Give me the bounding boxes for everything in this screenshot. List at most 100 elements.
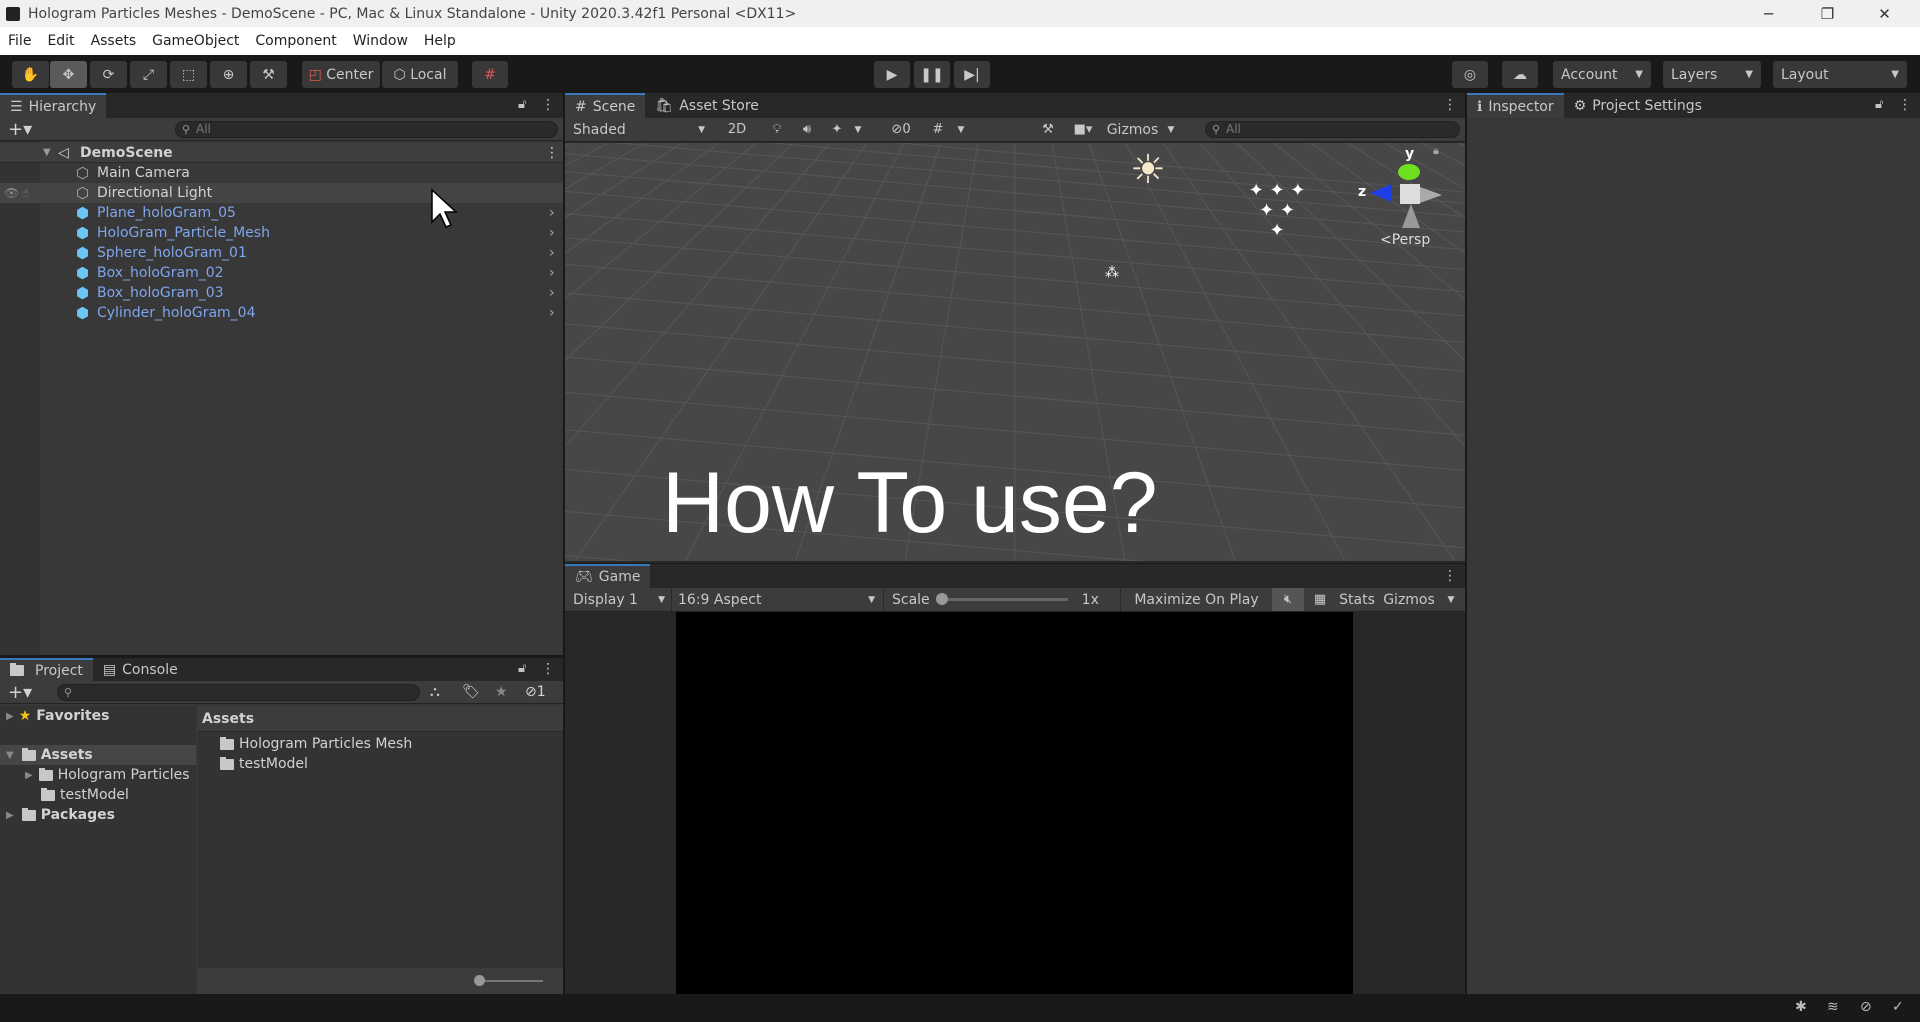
hierarchy-item[interactable]: 👁︎ ☝︎ ⬡ Directional Light [0,183,563,203]
cache-server-icon[interactable]: ≋ [1827,999,1839,1015]
more-options-icon[interactable]: ⋮ [541,97,555,113]
transform-tool-icon[interactable]: ⊕ [210,61,247,88]
breadcrumb[interactable]: Assets [198,706,563,732]
filter-label-icon[interactable]: 🏷︎ [462,684,480,700]
projection-toggle[interactable]: <Persp [1380,232,1430,248]
hidden-objects-toggle[interactable]: ⊘ 0 [883,118,919,141]
menu-component[interactable]: Component [247,33,344,49]
maximize-on-play-toggle[interactable]: Maximize On Play [1120,588,1272,611]
particle-system-gizmos-icon[interactable]: ✦ ✦ ✦ ✦ ✦ ✦ [1247,181,1307,241]
effects-dropdown-icon[interactable]: ▼ [851,118,865,141]
stats-toggle[interactable]: Stats [1337,588,1377,611]
stats-grid-icon[interactable]: ▦ [1305,588,1335,611]
hand-tool-icon[interactable]: ✋ [12,61,49,88]
tab-project-settings[interactable]: ⚙ Project Settings [1563,93,1712,118]
hierarchy-item[interactable]: ⬢ Sphere_holoGram_01 › [0,243,563,263]
gizmo-center-cube[interactable] [1400,184,1420,204]
tree-testmodel[interactable]: testModel [41,785,129,805]
rect-tool-icon[interactable]: ⬚ [170,61,207,88]
chevron-right-icon[interactable]: › [549,245,555,261]
tab-console[interactable]: ▤ Console [92,658,188,681]
menu-edit[interactable]: Edit [39,33,82,49]
directional-light-gizmo-icon[interactable]: ☀ [1130,147,1166,193]
tree-favorites[interactable]: ▶ ★ Favorites [0,706,109,726]
menu-help[interactable]: Help [416,33,464,49]
rotate-tool-icon[interactable]: ⟳ [90,61,127,88]
audio-toggle-icon[interactable]: 🔊︎ [793,118,821,141]
scale-slider[interactable]: Scale 1x [883,588,1118,611]
hierarchy-item[interactable]: ⬢ Box_holoGram_02 › [0,263,563,283]
scene-viewport[interactable]: ☀ ⁂ ✦ ✦ ✦ ✦ ✦ ✦ y z 🔒︎ <Persp How To use? [565,143,1465,561]
more-options-icon[interactable]: ⋮ [1898,97,1912,113]
chevron-right-icon[interactable]: › [549,305,555,321]
gizmo-lock-icon[interactable]: 🔒︎ [1433,144,1439,158]
collab-icon[interactable]: ◎ [1452,61,1488,88]
create-add-icon[interactable]: +▾ [8,119,32,140]
more-options-icon[interactable]: ⋮ [1443,568,1457,584]
chevron-right-icon[interactable]: › [549,205,555,221]
chevron-right-icon[interactable]: › [549,225,555,241]
game-view[interactable] [676,612,1353,994]
grid-dropdown-icon[interactable]: ▼ [953,118,969,141]
hierarchy-item[interactable]: ⬢ Box_holoGram_03 › [0,283,563,303]
aspect-dropdown[interactable]: 16:9 Aspect ▼ [671,588,881,611]
shading-mode-dropdown[interactable]: Shaded ▼ [569,118,709,141]
grid-toggle-icon[interactable]: # [925,118,951,141]
orientation-gizmo[interactable]: y z 🔒︎ <Persp [1358,144,1458,256]
favorite-star-icon[interactable]: ★ [495,684,508,700]
file-item[interactable]: testModel [220,754,308,774]
menu-file[interactable]: File [0,33,39,49]
expand-arrow-icon[interactable]: ▼ [43,147,51,158]
hierarchy-item[interactable]: ⬢ Plane_holoGram_05 › [0,203,563,223]
lighting-toggle-icon[interactable]: 💡︎ [763,118,791,141]
menu-window[interactable]: Window [345,33,416,49]
create-add-icon[interactable]: +▾ [8,682,32,703]
lock-icon[interactable]: 🔓︎ [518,661,526,676]
scene-tools-icon[interactable]: ⚒ [1035,118,1061,141]
filter-type-icon[interactable]: ⛬ [430,684,440,700]
hierarchy-item[interactable]: ⬢ HoloGram_Particle_Mesh › [0,223,563,243]
close-button[interactable]: ✕ [1857,0,1912,27]
file-item[interactable]: Hologram Particles Mesh [220,734,412,754]
step-button[interactable]: ▶| [954,61,990,88]
chevron-right-icon[interactable]: › [549,285,555,301]
layout-dropdown[interactable]: Layout ▼ [1773,61,1907,88]
hierarchy-item[interactable]: ⬡ Main Camera [0,163,563,183]
pivot-local-button[interactable]: ⬡ Local [382,61,458,88]
axis-y-cone-icon[interactable] [1398,164,1420,180]
visibility-eye-icon[interactable]: 👁︎ [4,186,19,200]
camera-settings-icon[interactable]: ■▾ [1065,118,1101,141]
scale-tool-icon[interactable]: ⤢ [130,61,167,88]
pickable-hand-icon[interactable]: ☝︎ [22,186,29,200]
menu-assets[interactable]: Assets [83,33,145,49]
particle-gizmo-icon[interactable]: ⁂ [1105,265,1119,281]
minimize-button[interactable]: ─ [1741,0,1796,27]
lock-icon[interactable]: 🔓︎ [518,97,526,112]
scene-search-input[interactable]: All [1205,121,1460,138]
tab-game[interactable]: 🎮︎ Game [565,564,651,588]
tab-project[interactable]: Project [0,658,93,681]
effects-toggle-icon[interactable]: ✦ [823,118,851,141]
restore-button[interactable]: ❐ [1800,0,1855,27]
menu-gameobject[interactable]: GameObject [144,33,247,49]
mute-audio-icon[interactable]: 🔇︎ [1272,588,1304,611]
pause-button[interactable]: ❚❚ [914,61,950,88]
scene-header-row[interactable]: ▼ ◁ DemoScene ⋮ [0,143,563,163]
hierarchy-search-input[interactable]: All [175,121,558,138]
gizmos-toggle[interactable]: Gizmos [1379,588,1439,611]
gizmos-button[interactable]: Gizmos [1105,118,1160,141]
display-dropdown[interactable]: Display 1 ▼ [569,588,669,611]
toggle-2d-button[interactable]: 2D [722,118,752,141]
tree-assets[interactable]: ▼ Assets [0,745,196,765]
icon-size-slider[interactable] [474,975,485,986]
scale-slider-handle[interactable] [935,593,948,605]
tree-hologram-particles[interactable]: ▶ Hologram Particles [25,765,190,785]
axis-z-cone-icon[interactable] [1370,184,1392,202]
debug-mode-icon[interactable]: ✱ [1795,999,1807,1015]
tab-inspector[interactable]: ℹ Inspector [1467,93,1564,118]
snap-grid-icon[interactable]: # [472,61,508,88]
chevron-right-icon[interactable]: › [549,265,555,281]
more-options-icon[interactable]: ⋮ [541,661,555,677]
project-search-input[interactable] [57,684,420,701]
tab-asset-store[interactable]: 🛍︎ Asset Store [645,93,769,118]
